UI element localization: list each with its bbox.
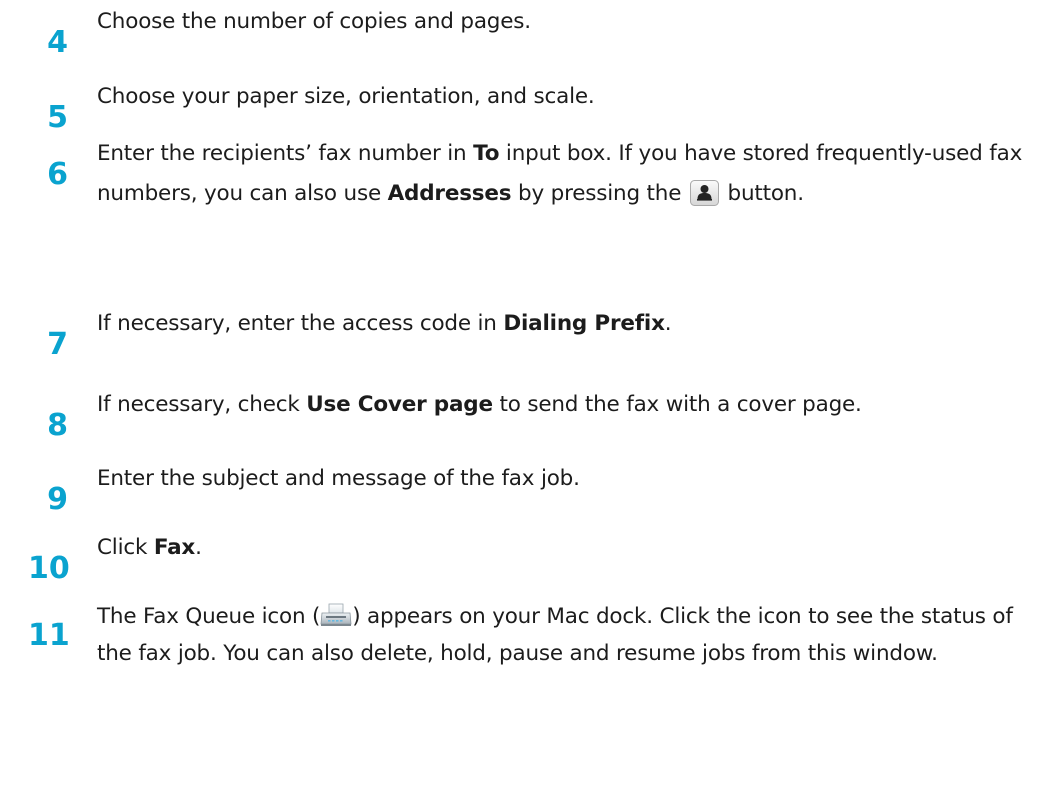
- fax-queue-icon: [320, 602, 352, 626]
- step-text: Choose the number of copies and pages.: [97, 9, 531, 34]
- step-number: 4: [47, 25, 68, 60]
- bold-term-fax: Fax: [153, 535, 196, 560]
- text-run: The Fax Queue icon (: [97, 604, 321, 629]
- step-number: 5: [47, 100, 68, 135]
- step-text: Click Fax.: [97, 531, 1027, 564]
- text-run: to send the fax with a cover page.: [492, 392, 862, 417]
- step-text: Enter the subject and message of the fax…: [97, 466, 580, 491]
- text-run: button.: [720, 181, 805, 206]
- text-run: Click: [97, 535, 154, 560]
- address-book-button-icon: [689, 180, 719, 206]
- bold-term-addresses: Addresses: [387, 181, 512, 206]
- step-number: 9: [47, 482, 68, 517]
- step-number: 11: [28, 618, 70, 653]
- text-run: Enter the recipients’ fax number in: [97, 141, 474, 166]
- text-run: If necessary, enter the access code in: [97, 311, 504, 336]
- step-number: 6: [47, 157, 68, 192]
- text-run: by pressing the: [511, 181, 688, 206]
- step-text: If necessary, check Use Cover page to se…: [97, 388, 1027, 421]
- step-text: The Fax Queue icon () appears on your M…: [97, 598, 1027, 672]
- text-run: .: [664, 311, 672, 336]
- step-text: Enter the recipients’ fax number in To i…: [97, 134, 1027, 214]
- bold-term-to: To: [473, 141, 500, 166]
- bold-term-dialing-prefix: Dialing Prefix: [503, 311, 665, 336]
- text-run: .: [195, 535, 202, 560]
- step-number: 7: [47, 327, 68, 362]
- step-text: If necessary, enter the access code in D…: [97, 307, 1027, 340]
- step-number: 8: [47, 408, 68, 443]
- step-text: Choose your paper size, orientation, and…: [97, 84, 595, 109]
- step-number: 10: [28, 551, 70, 586]
- bold-term-use-cover-page: Use Cover page: [306, 392, 493, 417]
- text-run: If necessary, check: [97, 392, 307, 417]
